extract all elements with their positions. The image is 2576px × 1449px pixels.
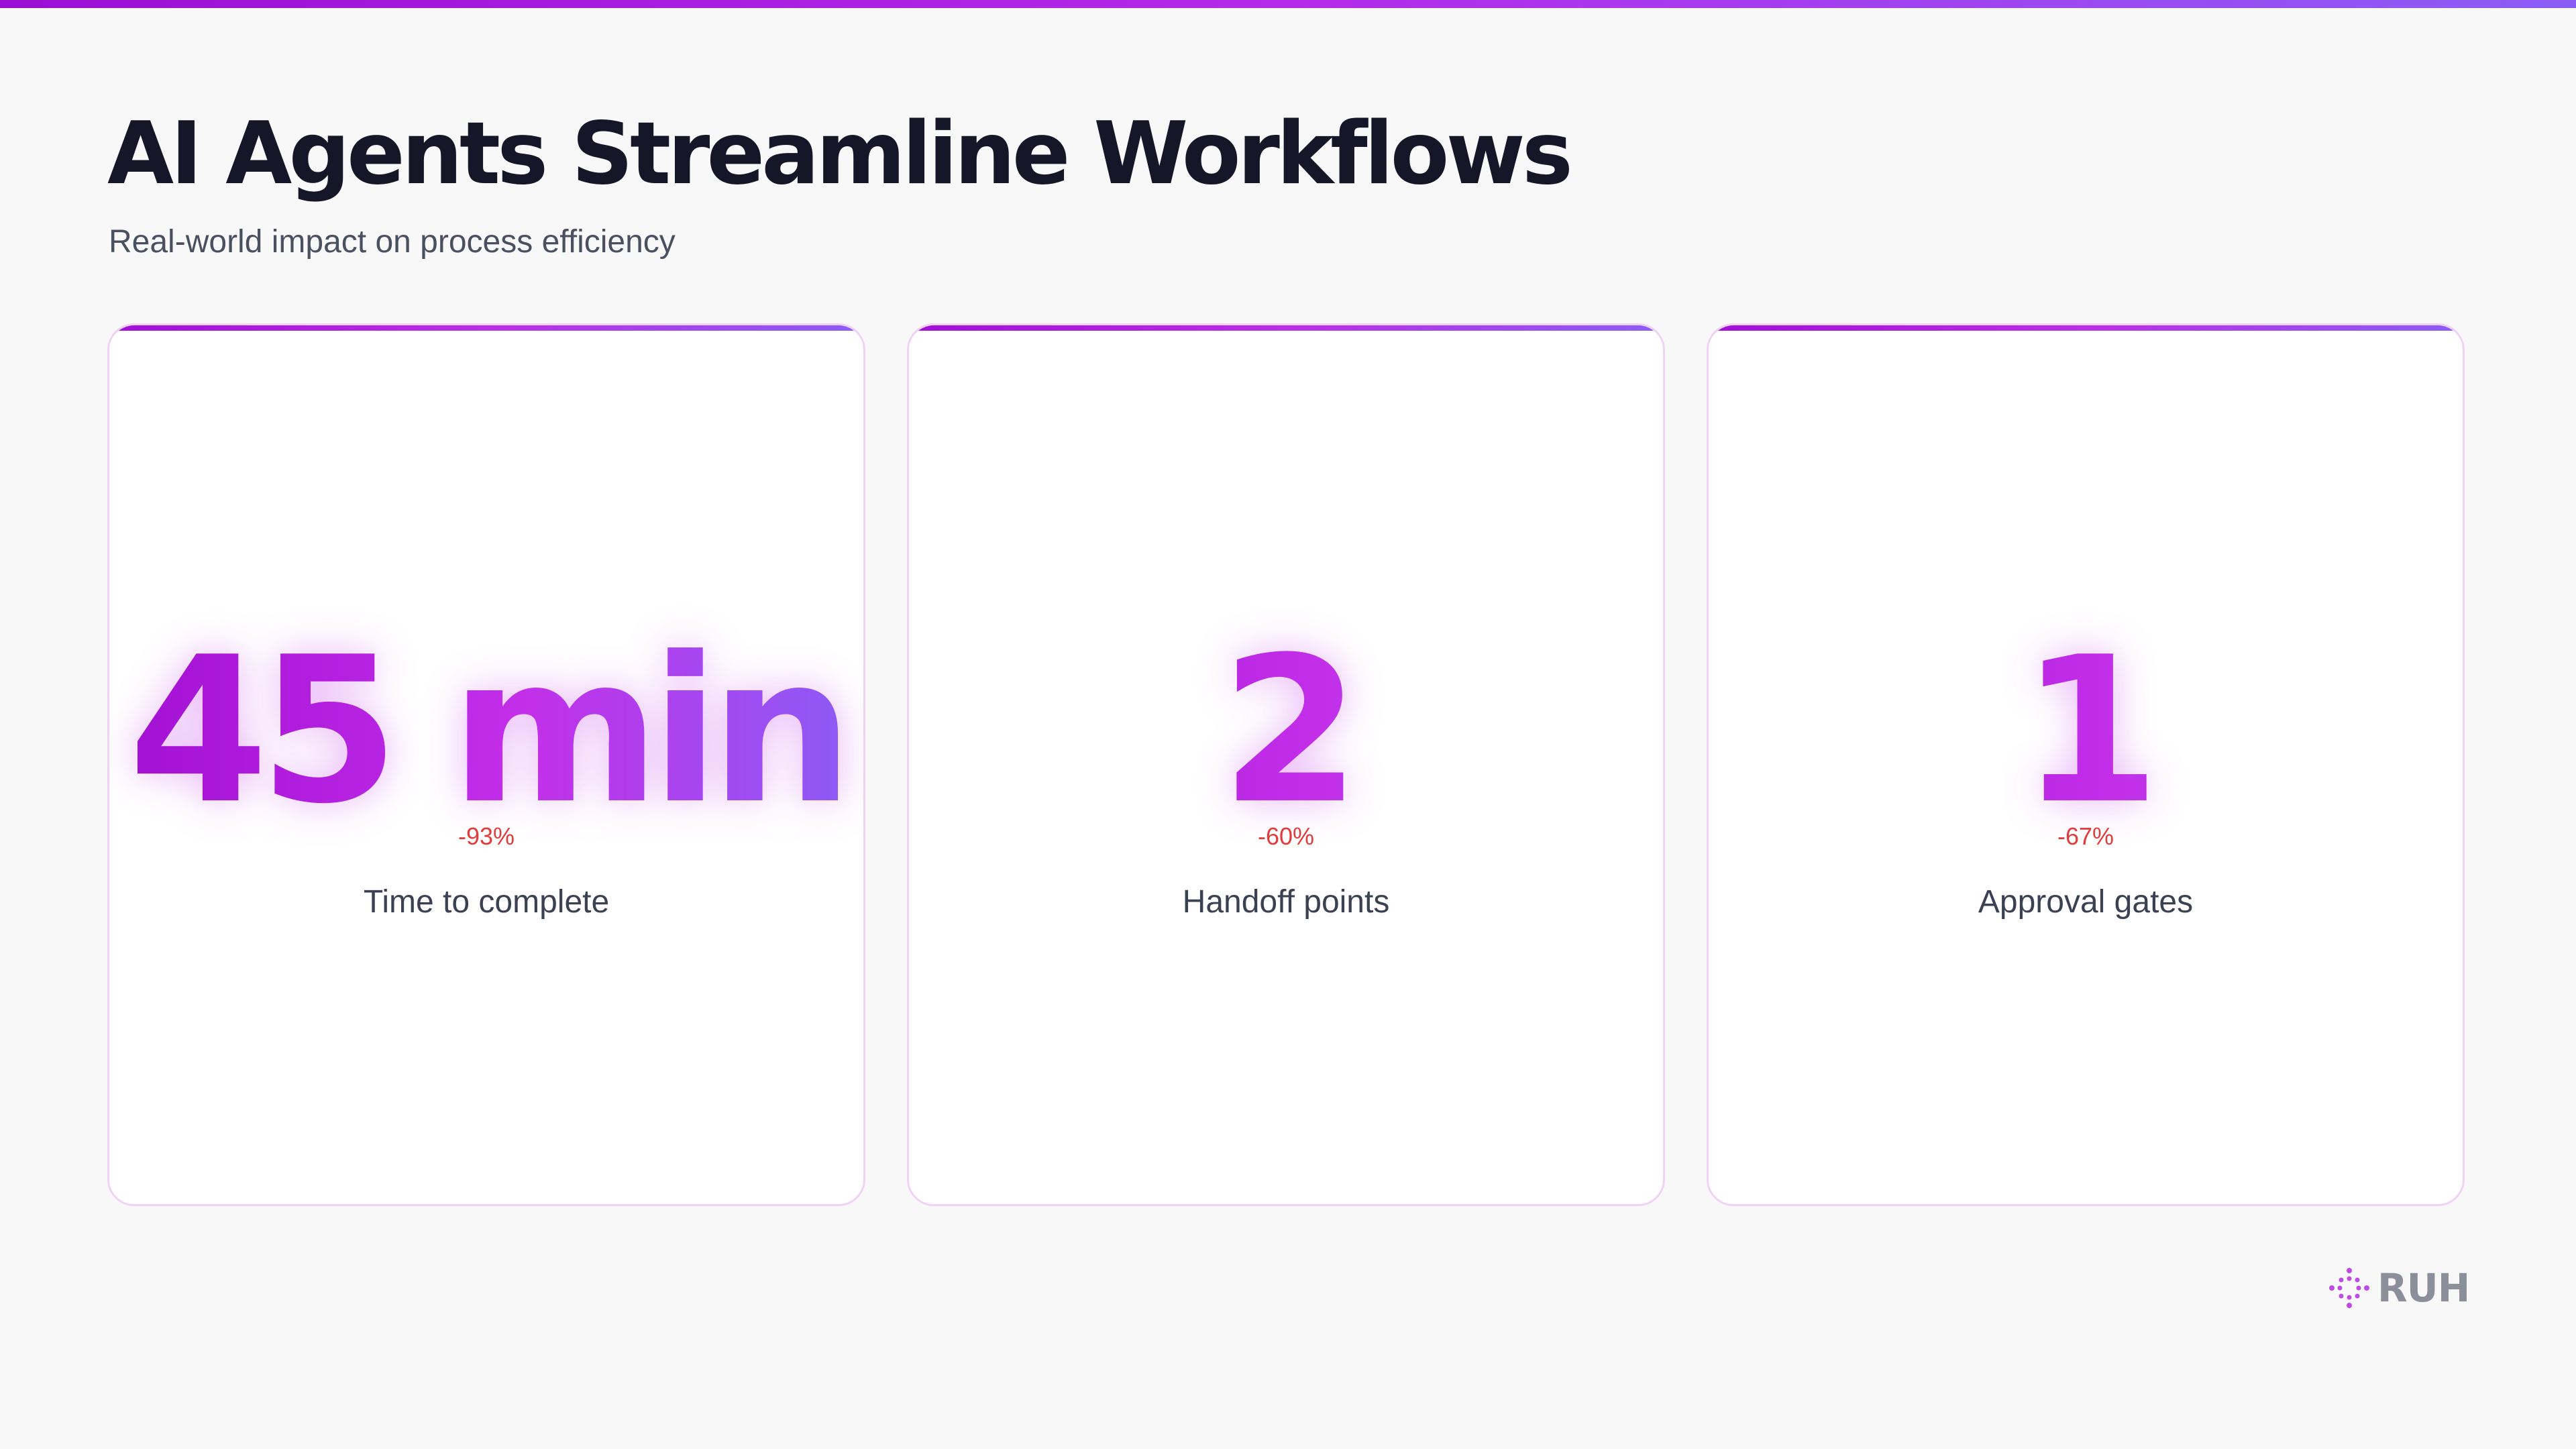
brand-logo: RUH — [2328, 1261, 2470, 1315]
metric-label: Approval gates — [1978, 884, 2194, 920]
metric-value: 1 — [1709, 607, 2463, 855]
card-accent-bar — [1709, 325, 2463, 331]
page-subtitle: Real-world impact on process efficiency — [109, 224, 676, 260]
dotted-sparkle-icon — [2329, 1268, 2369, 1308]
metric-change: -67% — [2057, 822, 2114, 850]
page-title: AI Agents Streamline Workflows — [107, 104, 1573, 204]
metric-value: 45 min — [109, 607, 863, 855]
card-accent-bar — [909, 325, 1663, 331]
card-accent-bar — [109, 325, 863, 331]
metric-label: Handoff points — [1182, 884, 1390, 920]
metric-card-handoff-points: 2 -60% Handoff points — [907, 323, 1665, 1206]
metric-value: 2 — [909, 607, 1663, 855]
top-accent-bar — [0, 0, 2576, 8]
metric-card-time-to-complete: 45 min -93% Time to complete — [107, 323, 865, 1206]
metric-change: -60% — [1257, 822, 1315, 850]
metric-label: Time to complete — [363, 884, 610, 920]
brand-name: RUH — [2377, 1265, 2470, 1311]
metric-change: -93% — [458, 822, 515, 850]
metric-card-approval-gates: 1 -67% Approval gates — [1707, 323, 2465, 1206]
